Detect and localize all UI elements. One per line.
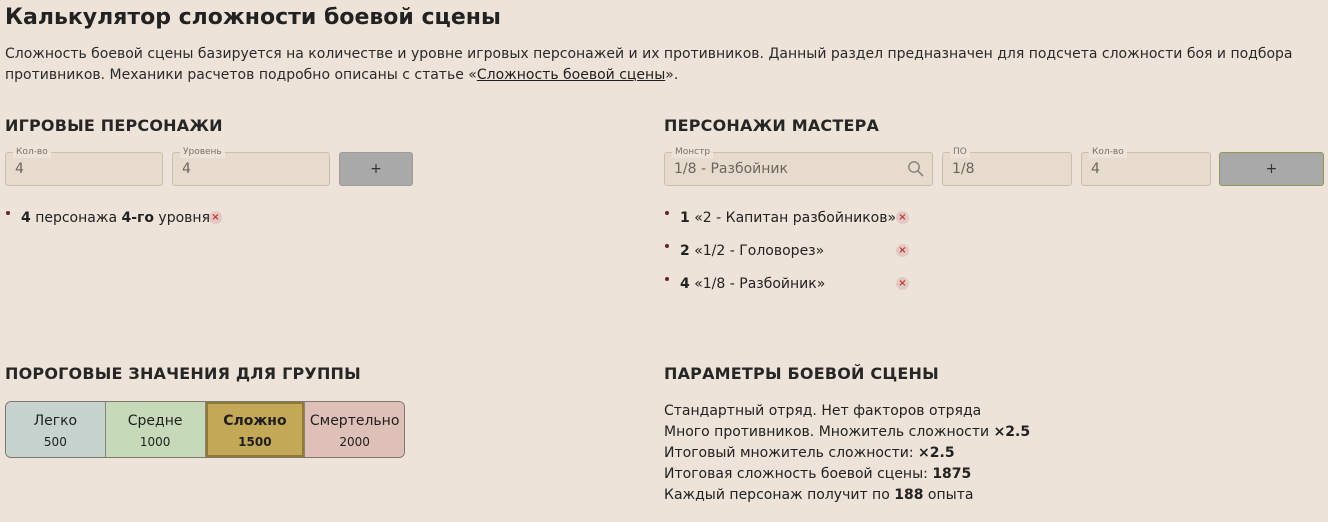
monster-value: 1/8 - Разбойник [674, 161, 788, 177]
bullet [665, 244, 669, 248]
threshold-easy[interactable]: Легко 500 [6, 402, 106, 457]
monster-count-label: Кол-во [1089, 146, 1127, 158]
threshold-selector: Легко 500 Средне 1000 Сложно 1500 Смерте… [5, 401, 405, 458]
bullet [6, 211, 10, 215]
monster-list-item: 4 «1/8 - Разбойник» [665, 274, 826, 294]
monster-count: 1 [680, 210, 690, 226]
params-list: Стандартный отряд. Нет факторов отряда М… [664, 401, 1030, 506]
remove-monster-close-icon[interactable]: × [896, 244, 909, 257]
cr-label: ПО [950, 146, 970, 158]
cr-value: 1/8 [952, 161, 975, 177]
thresholds-heading: ПОРОГОВЫЕ ЗНАЧЕНИЯ ДЛЯ ГРУППЫ [5, 364, 361, 383]
player-list-item: 4 персонажа 4-го уровня [6, 208, 210, 228]
cr-field[interactable]: ПО 1/8 [942, 146, 1072, 186]
players-heading: ИГРОВЫЕ ПЕРСОНАЖИ [5, 116, 223, 135]
params-line-total-multiplier: Итоговый множитель сложности: ×2.5 [664, 445, 955, 461]
monster-list-item: 2 «1/2 - Головорез» [665, 241, 825, 261]
monster-name: «2 - Капитан разбойников» [689, 210, 897, 226]
threshold-value: 1500 [238, 435, 272, 449]
intro-paragraph: Сложность боевой сцены базируется на кол… [5, 44, 1315, 86]
threshold-value: 1000 [139, 435, 171, 449]
threshold-value: 500 [43, 435, 67, 449]
monster-name: «1/2 - Головорез» [689, 243, 825, 259]
bullet [665, 211, 669, 215]
remove-monster-close-icon[interactable]: × [896, 277, 909, 290]
monster-count-value: 4 [1091, 161, 1100, 177]
player-level-label: Уровень [180, 146, 225, 158]
monster-count-field[interactable]: Кол-во 4 [1081, 146, 1211, 186]
params-line-group: Стандартный отряд. Нет факторов отряда [664, 403, 982, 419]
player-count: 4 [21, 210, 31, 226]
page-title: Калькулятор сложности боевой сцены [5, 5, 501, 30]
monster-count: 2 [680, 243, 690, 259]
monster-count: 4 [680, 276, 690, 292]
params-line-multiplier: Много противников. Множитель сложности ×… [664, 424, 1031, 440]
monster-name: «1/8 - Разбойник» [689, 276, 826, 292]
search-icon[interactable] [907, 160, 924, 181]
threshold-hard[interactable]: Сложно 1500 [205, 402, 306, 457]
threshold-name: Средне [127, 413, 183, 429]
player-count-field[interactable]: Кол-во 4 [5, 146, 163, 186]
monster-label: Монстр [672, 146, 714, 158]
player-count-label: Кол-во [13, 146, 51, 158]
monsters-heading: ПЕРСОНАЖИ МАСТЕРА [664, 116, 880, 135]
threshold-value: 2000 [339, 435, 370, 449]
params-heading: ПАРАМЕТРЫ БОЕВОЙ СЦЕНЫ [664, 364, 939, 383]
player-count-value: 4 [15, 161, 24, 177]
article-link[interactable]: Сложность боевой сцены [477, 67, 665, 83]
threshold-deadly[interactable]: Смертельно 2000 [305, 402, 404, 457]
bullet [665, 277, 669, 281]
remove-player-close-icon[interactable]: × [209, 211, 222, 224]
threshold-medium[interactable]: Средне 1000 [105, 402, 206, 457]
params-line-total-difficulty: Итоговая сложность боевой сцены: 1875 [664, 466, 972, 482]
threshold-name: Сложно [223, 413, 287, 429]
player-level-field[interactable]: Уровень 4 [172, 146, 330, 186]
params-line-xp: Каждый персонаж получит по 188 опыта [664, 487, 974, 503]
intro-end: ». [665, 67, 679, 83]
threshold-name: Легко [33, 413, 78, 429]
monster-search-field[interactable]: Монстр 1/8 - Разбойник [664, 146, 933, 186]
add-monster-button[interactable]: + [1219, 152, 1324, 186]
threshold-name: Смертельно [309, 413, 400, 429]
player-level: 4-го [121, 210, 154, 226]
monster-list-item: 1 «2 - Капитан разбойников» [665, 208, 897, 228]
player-level-value: 4 [182, 161, 191, 177]
remove-monster-close-icon[interactable]: × [896, 211, 909, 224]
add-player-button[interactable]: + [339, 152, 413, 186]
